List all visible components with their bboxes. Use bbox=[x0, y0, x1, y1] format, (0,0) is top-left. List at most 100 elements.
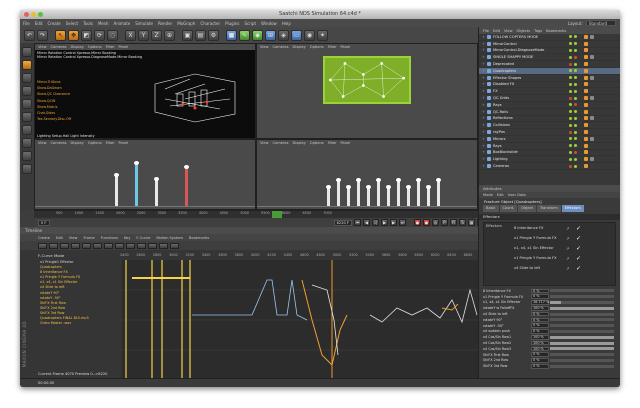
record-icon[interactable]: ● bbox=[414, 219, 421, 226]
effector-enabled-checkmark-icon[interactable]: ✓ bbox=[576, 255, 581, 262]
points-mode-icon[interactable] bbox=[22, 99, 32, 109]
tag-icon[interactable] bbox=[584, 109, 588, 114]
fcurve-mode-icon[interactable] bbox=[49, 242, 58, 249]
viewport-menu-view[interactable]: View bbox=[260, 45, 269, 49]
cube-icon[interactable]: ■ bbox=[226, 29, 237, 41]
menu-item-script[interactable]: Script bbox=[244, 21, 256, 26]
current-frame-field[interactable]: 0 F bbox=[38, 219, 50, 226]
menu-item-create[interactable]: Create bbox=[47, 21, 60, 26]
menu-item-simulate[interactable]: Simulate bbox=[135, 21, 153, 26]
tag-icon[interactable] bbox=[584, 82, 588, 87]
tag-icon[interactable] bbox=[584, 96, 588, 101]
visibility-dot-icon[interactable] bbox=[569, 76, 572, 80]
tab-basic[interactable]: Basic bbox=[483, 205, 499, 212]
param-value-field[interactable]: 0 % bbox=[531, 329, 549, 334]
viewport-menu-filter[interactable]: Filter bbox=[106, 141, 115, 145]
tag-icon[interactable] bbox=[584, 150, 588, 155]
effector-link-icon[interactable]: ↗ bbox=[566, 236, 569, 241]
visibility-dot-icon[interactable] bbox=[569, 157, 572, 161]
tag-icon[interactable] bbox=[584, 34, 588, 39]
param-value-field[interactable]: 100 % bbox=[531, 346, 549, 352]
model-mode-icon[interactable] bbox=[22, 60, 32, 70]
viewport-menu-cameras[interactable]: Cameras bbox=[51, 45, 67, 49]
visibility-dot-icon[interactable] bbox=[574, 137, 577, 141]
undo-icon[interactable]: ↶ bbox=[24, 29, 35, 41]
param-value-field[interactable]: 100 % bbox=[531, 335, 549, 340]
expand-toggle-icon[interactable]: + bbox=[482, 116, 485, 120]
floor-icon[interactable]: ▭ bbox=[291, 29, 302, 41]
expand-toggle-icon[interactable]: + bbox=[482, 96, 485, 100]
timeline-menu-view[interactable]: View bbox=[69, 236, 78, 240]
object-row[interactable]: + FX bbox=[479, 88, 620, 96]
tab-effectors[interactable]: Effectors bbox=[561, 205, 584, 212]
expand-toggle-icon[interactable]: + bbox=[482, 55, 485, 59]
visibility-dot-icon[interactable] bbox=[574, 130, 577, 134]
object-row[interactable]: + rayPos bbox=[479, 129, 620, 136]
am-menu-mode[interactable]: Mode bbox=[483, 193, 493, 197]
object-row[interactable]: + MirrorControl bbox=[479, 41, 620, 48]
object-row[interactable]: + Reflections bbox=[479, 116, 620, 123]
effectors-list[interactable]: Effectors 8 Inheritance FX ↗ ✓ x1 Pringle Y… bbox=[483, 222, 616, 286]
expand-toggle-icon[interactable]: + bbox=[482, 69, 485, 73]
param-slider[interactable] bbox=[550, 358, 614, 362]
scale-icon[interactable]: ◩ bbox=[81, 29, 92, 41]
fcurve-graph[interactable] bbox=[122, 260, 492, 378]
coordinate-system-icon[interactable]: ⊕ bbox=[164, 29, 175, 41]
visibility-flags[interactable] bbox=[569, 48, 577, 52]
viewport-menu-options[interactable]: Options bbox=[310, 45, 324, 49]
effector-enabled-checkmark-icon[interactable]: ✓ bbox=[576, 225, 581, 232]
motion-mode-icon[interactable] bbox=[60, 242, 69, 249]
tag-icon[interactable] bbox=[590, 136, 594, 141]
track-row[interactable]: Outro Master .wav bbox=[38, 321, 122, 326]
viewport-menu-options[interactable]: Options bbox=[88, 141, 102, 145]
visibility-dot-icon[interactable] bbox=[569, 103, 572, 107]
timeline-menu-f-curve[interactable]: F-Curve bbox=[136, 236, 150, 240]
tag-icon[interactable] bbox=[584, 48, 588, 53]
visibility-dot-icon[interactable] bbox=[574, 76, 577, 80]
visibility-dot-icon[interactable] bbox=[574, 116, 577, 120]
menu-item-help[interactable]: Help bbox=[282, 21, 291, 26]
visibility-dot-icon[interactable] bbox=[569, 55, 572, 59]
menu-item-animate[interactable]: Animate bbox=[113, 21, 130, 26]
visibility-flags[interactable] bbox=[569, 103, 577, 107]
key-mode-icon[interactable] bbox=[38, 242, 47, 249]
object-row[interactable]: + Effector Shapes bbox=[479, 75, 620, 82]
param-value-field[interactable]: 0 % bbox=[531, 311, 549, 317]
tweak-mode-icon[interactable] bbox=[22, 151, 32, 161]
param-slider[interactable] bbox=[550, 289, 614, 293]
om-menu-tags[interactable]: Tags bbox=[534, 29, 542, 33]
rotation-key-icon[interactable]: R bbox=[450, 219, 457, 226]
effector-row[interactable]: x1 Pringle Y Formula FX ↗ ✓ bbox=[484, 233, 615, 243]
visibility-dot-icon[interactable] bbox=[569, 116, 572, 120]
tag-icon[interactable] bbox=[590, 116, 594, 121]
tag-icon[interactable] bbox=[584, 89, 588, 94]
viewport-menu-cameras[interactable]: Cameras bbox=[51, 141, 67, 145]
tag-icon[interactable] bbox=[590, 96, 594, 101]
param-value-field[interactable]: 100 % bbox=[531, 340, 549, 346]
tag-icon[interactable] bbox=[584, 136, 588, 141]
am-menu-edit[interactable]: Edit bbox=[497, 193, 504, 197]
expand-toggle-icon[interactable]: + bbox=[482, 157, 485, 161]
visibility-dot-icon[interactable] bbox=[569, 82, 572, 86]
menu-item-edit[interactable]: Edit bbox=[35, 21, 43, 26]
scale-key-icon[interactable]: S bbox=[459, 219, 466, 226]
effector-link-icon[interactable]: ↗ bbox=[566, 256, 569, 261]
visibility-flags[interactable] bbox=[569, 35, 577, 39]
viewport-perspective[interactable]: View Cameras Display Options Filter Panel Mir… bbox=[34, 43, 256, 139]
visibility-dot-icon[interactable] bbox=[574, 164, 577, 168]
expand-toggle-icon[interactable]: + bbox=[482, 150, 485, 154]
expand-toggle-icon[interactable]: + bbox=[482, 62, 485, 66]
object-row[interactable]: + Disabled FX bbox=[479, 82, 620, 89]
viewport-menu-panel[interactable]: Panel bbox=[341, 141, 351, 145]
viewport-menu-filter[interactable]: Filter bbox=[328, 45, 337, 49]
visibility-flags[interactable] bbox=[569, 130, 577, 134]
visibility-dot-icon[interactable] bbox=[574, 55, 577, 59]
visibility-flags[interactable] bbox=[569, 62, 577, 66]
visibility-flags[interactable] bbox=[569, 69, 577, 73]
menu-item-plugins[interactable]: Plugins bbox=[225, 21, 239, 26]
tab-transform[interactable]: Transform bbox=[536, 205, 561, 212]
visibility-dot-icon[interactable] bbox=[569, 150, 572, 154]
param-slider[interactable] bbox=[550, 324, 614, 328]
expand-toggle-icon[interactable]: + bbox=[482, 137, 485, 141]
object-row[interactable]: + MirrorControl.DiagnoseMode bbox=[479, 48, 620, 55]
